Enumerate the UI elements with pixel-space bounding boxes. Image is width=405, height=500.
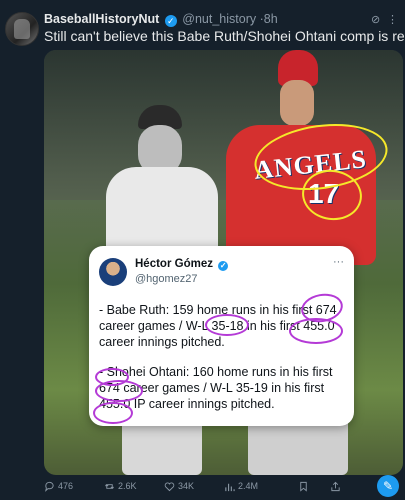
like-icon xyxy=(164,482,175,491)
purple-annotation-circle xyxy=(289,318,343,344)
author-name[interactable]: BaseballHistoryNut xyxy=(44,12,159,26)
retweet-count: 2.6K xyxy=(118,481,137,491)
purple-annotation-circle xyxy=(95,380,143,402)
purple-annotation-circle xyxy=(93,402,133,424)
views-count: 2.4M xyxy=(238,481,259,491)
tweet-time[interactable]: 8h xyxy=(264,12,278,26)
compose-button[interactable]: ✎ xyxy=(377,475,399,497)
card-author-name: Héctor Gómez ✓ xyxy=(135,258,229,271)
verified-badge-icon: ✓ xyxy=(218,261,229,271)
more-icon: ··· xyxy=(333,256,344,268)
card-avatar xyxy=(99,258,127,286)
reply-button[interactable]: 476 xyxy=(44,478,73,494)
verified-badge-icon: ✓ xyxy=(164,15,177,27)
retweet-icon xyxy=(105,483,114,489)
retweet-button[interactable]: 2.6K xyxy=(104,478,137,494)
purple-annotation-circle xyxy=(205,314,249,336)
tweet-actions: 476 2.6K 34K 2.4M xyxy=(44,478,384,494)
share-button[interactable] xyxy=(330,478,341,494)
reply-icon xyxy=(45,481,54,492)
header-icons: ⊘ ⋮ xyxy=(371,13,398,27)
like-count: 34K xyxy=(178,481,195,491)
card-author-handle: @hgomez27 xyxy=(135,273,198,285)
author-handle[interactable]: @nut_history xyxy=(182,12,256,26)
author-avatar[interactable] xyxy=(5,12,39,46)
bookmark-icon xyxy=(300,481,307,492)
views-button[interactable]: 2.4M xyxy=(224,478,258,494)
quoted-tweet-card: Héctor Gómez ✓ @hgomez27 ··· - Babe Ruth… xyxy=(89,246,354,426)
bookmark-button[interactable] xyxy=(298,478,309,494)
tweet-text: Still can't believe this Babe Ruth/Shohe… xyxy=(44,28,405,44)
grok-icon[interactable]: ⊘ xyxy=(371,13,380,26)
compose-icon: ✎ xyxy=(382,479,394,493)
more-icon[interactable]: ⋮ xyxy=(387,13,398,26)
tweet[interactable]: BaseballHistoryNut ✓ @nut_history ·8h ⊘ … xyxy=(0,0,405,500)
share-icon xyxy=(331,481,340,491)
views-icon xyxy=(225,483,235,491)
like-button[interactable]: 34K xyxy=(164,478,194,494)
reply-count: 476 xyxy=(58,481,74,491)
